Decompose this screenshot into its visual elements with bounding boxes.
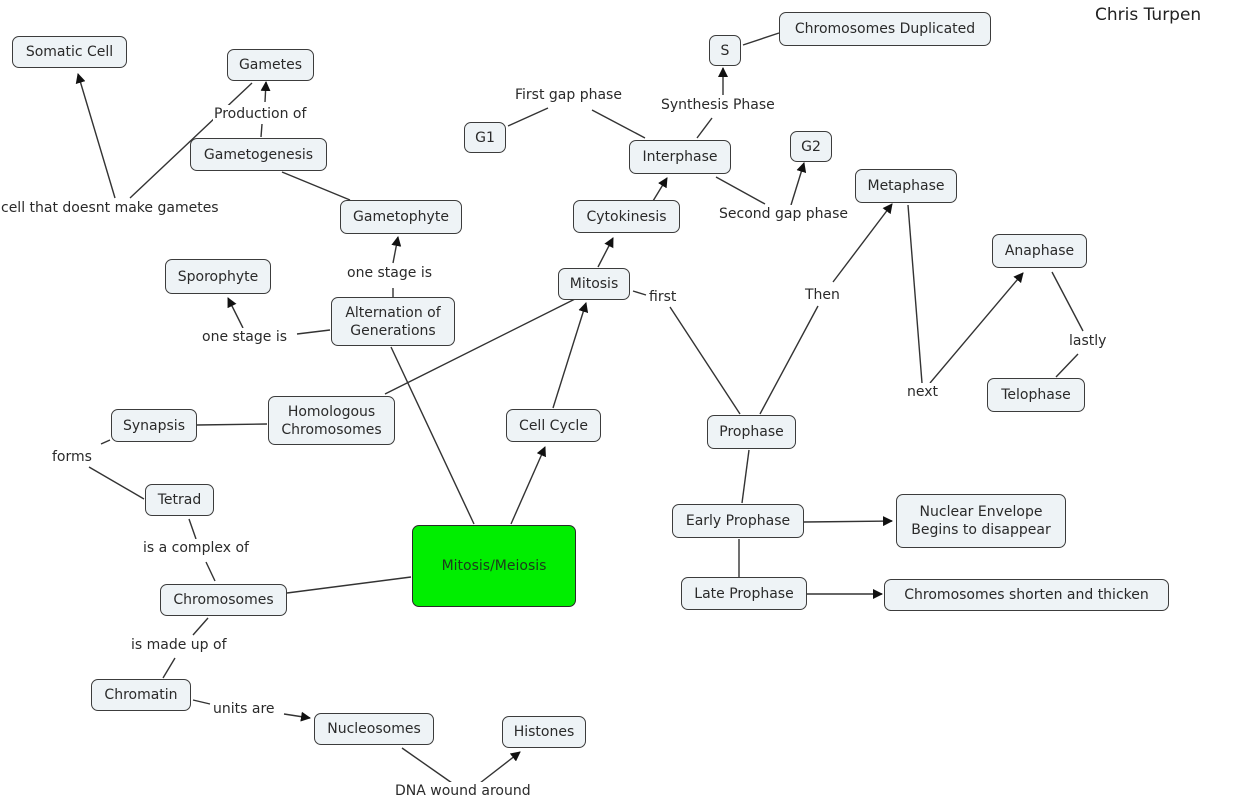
edge-next-anaphase — [929, 272, 1024, 384]
node-chromosomes-duplicated[interactable]: Chromosomes Duplicated — [779, 12, 991, 46]
link-lastly: lastly — [1068, 332, 1108, 350]
link-one-stage-is-sporophyte: one stage is — [201, 328, 288, 346]
edge-mitosis-cytokinesis — [597, 237, 614, 268]
link-is-made-up-of: is made up of — [130, 636, 228, 654]
edge-synapsis-forms — [100, 439, 111, 445]
edge-s-duplicated — [742, 32, 780, 46]
edge-chromosomes-root — [286, 576, 412, 594]
edge-cellcycle-mitosis — [552, 302, 589, 409]
edge-early-envelope — [803, 516, 893, 527]
link-then: Then — [804, 286, 841, 304]
edge-production-gametes — [260, 81, 271, 103]
node-chromosomes[interactable]: Chromosomes — [160, 584, 287, 616]
edge-root-cellcycle — [510, 446, 546, 525]
node-prophase[interactable]: Prophase — [707, 415, 796, 449]
edge-complex-chromosomes — [205, 561, 216, 582]
author-name: Chris Turpen — [1095, 5, 1202, 25]
link-one-stage-is-gametophyte: one stage is — [346, 264, 433, 282]
node-sporophyte[interactable]: Sporophyte — [165, 259, 271, 294]
link-forms: forms — [51, 448, 93, 466]
node-cytokinesis[interactable]: Cytokinesis — [573, 200, 680, 233]
node-alternation-of-generations[interactable]: Alternation of Generations — [331, 297, 455, 346]
edge-alt-stage2 — [296, 329, 331, 335]
node-chromatin[interactable]: Chromatin — [91, 679, 191, 711]
edge-gametogenesis-gametophyte — [281, 171, 351, 201]
edge-mitosis-first — [632, 290, 647, 296]
node-metaphase[interactable]: Metaphase — [855, 169, 957, 203]
edge-anaphase-lastly — [1051, 271, 1084, 332]
link-production-of: Production of — [213, 105, 308, 123]
node-mitosis-meiosis-root[interactable]: Mitosis/Meiosis — [412, 525, 576, 607]
edge-interphase-synthesis — [696, 117, 713, 139]
edge-stage-gametophyte — [391, 236, 402, 264]
edge-forms-tetrad — [88, 466, 145, 500]
link-next: next — [906, 383, 940, 401]
node-homologous-chromosomes[interactable]: Homologous Chromosomes — [268, 396, 395, 445]
node-gametophyte[interactable]: Gametophyte — [340, 200, 462, 234]
edge-gametogenesis-prod — [260, 123, 263, 138]
node-telophase[interactable]: Telophase — [987, 378, 1085, 412]
node-nuclear-envelope[interactable]: Nuclear Envelope Begins to disappear — [896, 494, 1066, 548]
node-gametes[interactable]: Gametes — [227, 49, 314, 81]
link-synthesis-phase: Synthesis Phase — [660, 96, 776, 114]
edge-chromatin-units — [192, 699, 211, 705]
link-is-a-complex-of: is a complex of — [142, 539, 250, 557]
edge-first-prophase — [669, 306, 741, 415]
node-gametogenesis[interactable]: Gametogenesis — [190, 138, 327, 171]
edge-lastly-telophase — [1055, 353, 1079, 378]
edge-interphase-firstgap — [591, 109, 646, 139]
node-mitosis[interactable]: Mitosis — [558, 268, 630, 300]
edge-tetrad-complex — [188, 518, 197, 540]
edge-units-nucleosomes — [283, 711, 311, 722]
edge-to-somatic — [75, 73, 116, 199]
node-early-prophase[interactable]: Early Prophase — [672, 504, 804, 538]
edge-secondgap-g2 — [790, 162, 807, 206]
node-chromosomes-shorten-thicken[interactable]: Chromosomes shorten and thicken — [884, 579, 1169, 611]
edge-nucleosomes-dna — [401, 747, 453, 784]
edge-chromosomes-madeup — [192, 617, 209, 636]
node-synapsis[interactable]: Synapsis — [111, 409, 197, 442]
edge-dna-histones — [479, 751, 521, 784]
link-cell-not-gametes: cell that doesnt make gametes — [0, 199, 220, 217]
edge-stage-sporophyte — [227, 297, 244, 329]
node-late-prophase[interactable]: Late Prophase — [681, 577, 807, 610]
node-anaphase[interactable]: Anaphase — [992, 234, 1087, 268]
edge-firstgap-g1 — [507, 107, 549, 127]
link-second-gap-phase: Second gap phase — [718, 205, 850, 223]
node-nucleosomes[interactable]: Nucleosomes — [314, 713, 434, 745]
link-first: first — [648, 288, 678, 306]
node-s[interactable]: S — [709, 35, 741, 66]
edge-prophase-then — [759, 305, 819, 415]
edge-alt-root — [390, 346, 475, 525]
edge-interphase-secondgap — [715, 176, 766, 205]
edge-madeup-chromatin — [162, 657, 176, 679]
edge-metaphase-next — [907, 204, 923, 384]
edge-homologous-synapsis — [196, 423, 268, 426]
link-units-are: units are — [212, 700, 276, 718]
node-histones[interactable]: Histones — [502, 716, 586, 748]
node-somatic-cell[interactable]: Somatic Cell — [12, 36, 127, 68]
node-g1[interactable]: G1 — [464, 122, 506, 153]
link-dna-wound-around: DNA wound around — [394, 782, 532, 800]
edge-cytokinesis-interphase — [652, 177, 668, 202]
link-first-gap-phase: First gap phase — [514, 86, 623, 104]
node-g2[interactable]: G2 — [790, 131, 832, 162]
node-cell-cycle[interactable]: Cell Cycle — [506, 409, 601, 442]
edge-prophase-early — [741, 449, 750, 504]
node-tetrad[interactable]: Tetrad — [145, 484, 214, 516]
node-interphase[interactable]: Interphase — [629, 140, 731, 174]
